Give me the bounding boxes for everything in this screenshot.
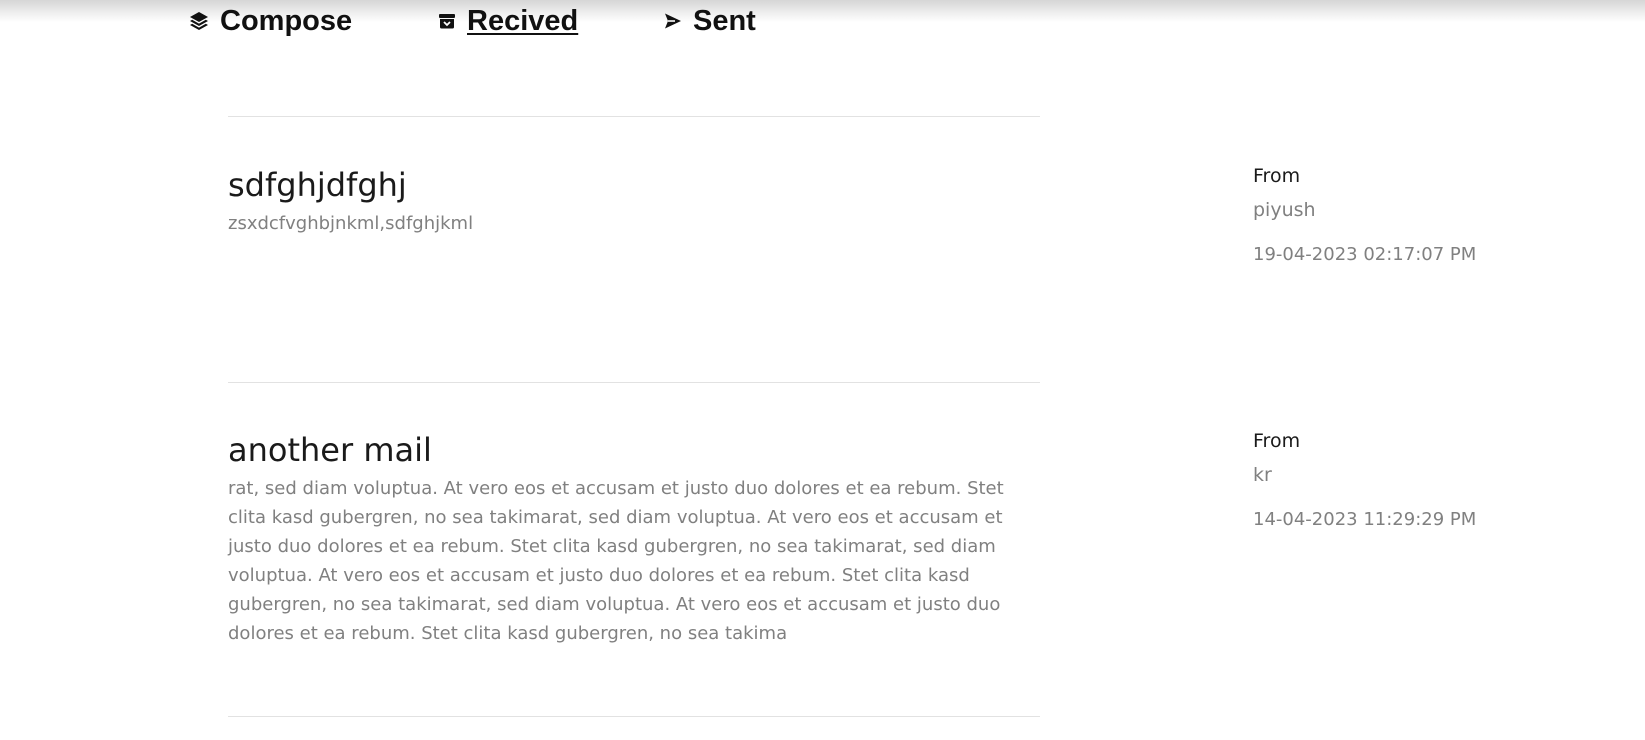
mail-subject: sdfghjdfghj: [228, 166, 407, 204]
from-label: From: [1253, 430, 1301, 452]
mail-meta: From piyush 19-04-2023 02:17:07 PM: [1253, 163, 1553, 268]
divider: [228, 382, 1040, 383]
nav-sent-label: Sent: [693, 4, 756, 37]
mail-body-preview: zsxdcfvghbjnkml,sdfghjkml: [228, 213, 474, 234]
mail-subject: another mail: [228, 431, 432, 469]
mail-timestamp: 19-04-2023 02:17:07 PM: [1253, 244, 1477, 265]
sender-name: piyush: [1253, 199, 1316, 221]
nav-recived-link[interactable]: Recived: [438, 4, 578, 38]
mail-item[interactable]: another mail rat, sed diam voluptua. At …: [228, 430, 1008, 648]
mail-meta: From kr 14-04-2023 11:29:29 PM: [1253, 428, 1553, 533]
nav-recived-label: Recived: [467, 4, 579, 37]
mail-item[interactable]: sdfghjdfghj zsxdcfvghbjnkml,sdfghjkml: [228, 165, 1008, 238]
sender-name: kr: [1253, 464, 1272, 486]
mail-body-preview: rat, sed diam voluptua. At vero eos et a…: [228, 478, 1004, 644]
archive-icon: [438, 12, 456, 30]
divider: [228, 716, 1040, 717]
nav-sent-link[interactable]: Sent: [664, 4, 756, 38]
from-label: From: [1253, 165, 1301, 187]
layers-icon: [189, 11, 209, 31]
nav-compose-link[interactable]: Compose: [189, 4, 352, 38]
top-navigation-bar: Compose Recived Sent: [0, 0, 1645, 50]
divider: [228, 116, 1040, 117]
send-icon: [664, 12, 682, 30]
nav-compose-label: Compose: [220, 4, 353, 37]
mail-timestamp: 14-04-2023 11:29:29 PM: [1253, 509, 1477, 530]
